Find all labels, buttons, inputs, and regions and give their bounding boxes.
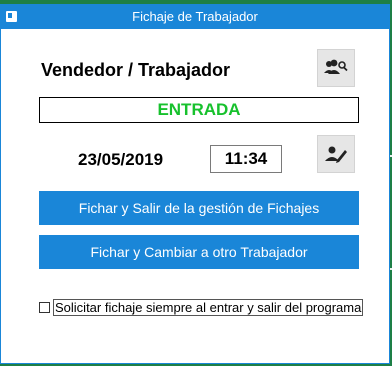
date-display: 23/05/2019	[78, 150, 164, 169]
fichar-cambiar-button[interactable]: Fichar y Cambiar a otro Trabajador	[39, 235, 359, 269]
dialog-window: Fichaje de Trabajador Vendedor / Trabaja…	[0, 4, 390, 364]
solicitar-option[interactable]: Solicitar fichaje siempre al entrar y sa…	[39, 298, 364, 316]
solicitar-label[interactable]: Solicitar fichaje siempre al entrar y sa…	[53, 298, 364, 316]
edit-worker-button[interactable]	[317, 135, 355, 173]
search-worker-button[interactable]	[317, 49, 355, 87]
worker-label: Vendedor / Trabajador	[41, 60, 231, 80]
solicitar-checkbox[interactable]	[39, 301, 50, 313]
window-title: Fichaje de Trabajador	[132, 9, 258, 24]
status-display: ENTRADA	[39, 97, 359, 123]
users-search-icon	[324, 59, 348, 74]
fichar-salir-button[interactable]: Fichar y Salir de la gestión de Fichajes	[39, 191, 359, 225]
user-edit-icon	[325, 146, 347, 163]
title-bar[interactable]: Fichaje de Trabajador	[1, 5, 389, 29]
time-display: 11:34	[210, 145, 282, 173]
